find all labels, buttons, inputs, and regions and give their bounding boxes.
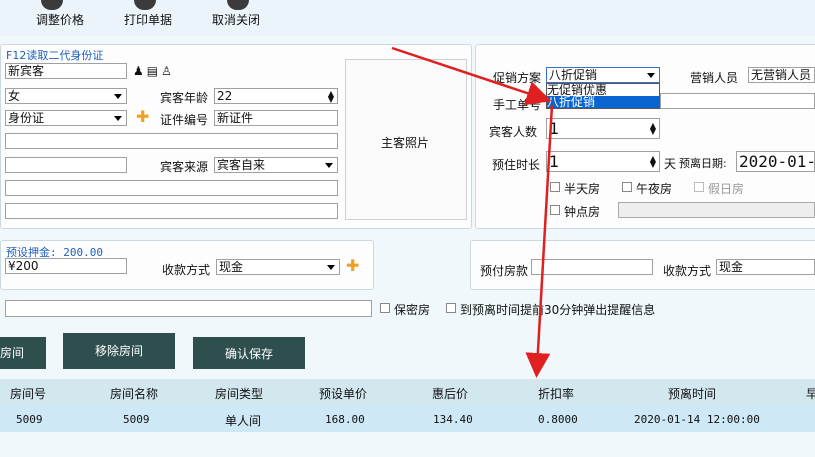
pay-method-label: 收款方式 bbox=[162, 263, 211, 277]
adjust-price-icon[interactable] bbox=[41, 0, 63, 10]
col-room-no[interactable]: 房间号 bbox=[10, 385, 46, 402]
departure-label: 预离日期: bbox=[679, 157, 727, 170]
departure-date-field[interactable]: 2020-01- bbox=[736, 151, 815, 172]
col-preset-price[interactable]: 预设单价 bbox=[319, 385, 367, 402]
hourly-label: 钟点房 bbox=[564, 205, 601, 219]
guest-name-field[interactable]: 新宾客 bbox=[5, 63, 127, 79]
guest-icons[interactable]: ♟ ▤ ♙ bbox=[133, 64, 172, 78]
half-day-checkbox[interactable] bbox=[550, 182, 560, 192]
chevron-down-icon bbox=[325, 163, 333, 168]
prepaid-label: 预付房款 bbox=[480, 264, 529, 278]
gender-select[interactable]: 女 bbox=[5, 88, 127, 104]
id-type-select[interactable]: 身份证 bbox=[5, 110, 127, 126]
sales-label: 营销人员 bbox=[690, 71, 739, 85]
users-icon[interactable]: ♙ bbox=[161, 64, 172, 78]
spinner-icon[interactable]: ▲ ▼ bbox=[650, 122, 656, 136]
holiday-checkbox[interactable] bbox=[694, 182, 704, 192]
cell-departure-time: 2020-01-14 12:00:00 bbox=[634, 413, 760, 426]
source-select[interactable]: 宾客自来 bbox=[214, 157, 338, 173]
sales-select[interactable]: 无营销人员 bbox=[748, 67, 815, 83]
promo-plan-select[interactable]: 八折促销 bbox=[546, 67, 660, 83]
print-icon[interactable] bbox=[134, 0, 156, 10]
cell-discount-rate: 0.8000 bbox=[538, 413, 578, 426]
card-icon[interactable]: ▤ bbox=[147, 64, 158, 78]
confidential-checkbox[interactable] bbox=[380, 303, 390, 313]
midnight-checkbox[interactable] bbox=[622, 182, 632, 192]
read-id-label[interactable]: F12读取二代身份证 bbox=[6, 47, 103, 63]
promo-option-20off[interactable]: 八折促销 bbox=[547, 96, 659, 108]
phone-field[interactable] bbox=[5, 157, 127, 173]
cell-room-name: 5009 bbox=[123, 413, 150, 426]
cell-room-no: 5009 bbox=[16, 413, 43, 426]
toolbar: 调整价格 打印单据 取消关闭 bbox=[0, 0, 815, 36]
adjust-price-button[interactable]: 调整价格 bbox=[36, 11, 84, 28]
add-room-label: 房间 bbox=[0, 346, 25, 360]
remove-room-button[interactable]: 移除房间 bbox=[63, 333, 175, 369]
cell-preset-price: 168.00 bbox=[325, 413, 365, 426]
half-day-label: 半天房 bbox=[564, 182, 601, 196]
chevron-down-icon bbox=[647, 73, 655, 78]
table-header: 房间号 房间名称 房间类型 预设单价 惠后价 折扣率 预离时间 早 bbox=[0, 379, 815, 405]
holiday-label: 假日房 bbox=[708, 182, 745, 196]
stay-length-label: 预住时长 bbox=[492, 158, 541, 172]
guest-count-label: 宾客人数 bbox=[489, 125, 538, 139]
col-departure-time[interactable]: 预离时间 bbox=[668, 385, 716, 402]
pay-method-select[interactable]: 现金 bbox=[216, 259, 340, 275]
cancel-close-button[interactable]: 取消关闭 bbox=[212, 11, 260, 28]
table-row[interactable]: 5009 5009 单人间 168.00 134.40 0.8000 2020-… bbox=[0, 405, 815, 432]
source-label: 宾客来源 bbox=[160, 160, 209, 174]
guest-count-stepper[interactable]: 1 ▲ ▼ bbox=[546, 118, 660, 139]
add-room-button[interactable]: 房间 bbox=[0, 337, 46, 369]
reminder-checkbox[interactable] bbox=[446, 303, 456, 313]
user-icon[interactable]: ♟ bbox=[133, 64, 144, 78]
age-stepper[interactable]: 22 ▲ ▼ bbox=[214, 88, 338, 104]
col-room-name[interactable]: 房间名称 bbox=[110, 385, 158, 402]
col-discounted-price[interactable]: 惠后价 bbox=[432, 385, 468, 402]
print-receipt-button[interactable]: 打印单据 bbox=[124, 11, 172, 28]
address-field[interactable] bbox=[5, 133, 338, 149]
close-icon[interactable] bbox=[227, 0, 249, 10]
age-label: 宾客年龄 bbox=[160, 91, 209, 105]
add-icon[interactable]: ✚ bbox=[346, 258, 359, 274]
photo-label: 主客照片 bbox=[381, 136, 430, 150]
day-unit: 天 bbox=[664, 157, 677, 171]
prepaid-field[interactable] bbox=[531, 259, 653, 275]
remark-field-1[interactable] bbox=[5, 180, 338, 196]
spinner-icon[interactable]: ▲ ▼ bbox=[328, 90, 334, 104]
note-field[interactable] bbox=[5, 300, 372, 317]
col-room-type[interactable]: 房间类型 bbox=[215, 385, 263, 402]
manual-no-field[interactable] bbox=[660, 93, 815, 109]
remark-field-2[interactable] bbox=[5, 203, 338, 219]
promo-plan-label: 促销方案 bbox=[493, 71, 542, 85]
hourly-select[interactable] bbox=[618, 202, 815, 218]
stay-length-stepper[interactable]: 1 ▲ ▼ bbox=[546, 151, 660, 172]
col-breakfast[interactable]: 早 bbox=[806, 385, 815, 402]
cell-room-type: 单人间 bbox=[225, 414, 262, 428]
pay-method2-select[interactable]: 现金 bbox=[716, 259, 815, 275]
id-number-label: 证件编号 bbox=[160, 113, 209, 127]
spinner-icon[interactable]: ▲ ▼ bbox=[650, 155, 656, 169]
chevron-down-icon bbox=[114, 94, 122, 99]
hourly-checkbox[interactable] bbox=[550, 205, 560, 215]
chevron-down-icon bbox=[327, 265, 335, 270]
chevron-down-icon bbox=[114, 116, 122, 121]
confidential-label: 保密房 bbox=[394, 303, 431, 317]
confirm-save-button[interactable]: 确认保存 bbox=[193, 337, 305, 369]
col-discount-rate[interactable]: 折扣率 bbox=[538, 385, 574, 402]
pay-method2-label: 收款方式 bbox=[663, 264, 712, 278]
reminder-label: 到预离时间提前30分钟弹出提醒信息 bbox=[460, 303, 656, 317]
cell-discounted-price: 134.40 bbox=[433, 413, 473, 426]
id-number-field[interactable]: 新证件 bbox=[214, 110, 338, 126]
midnight-label: 午夜房 bbox=[636, 182, 673, 196]
manual-no-label: 手工单号 bbox=[493, 98, 542, 112]
deposit-amount-field[interactable]: ¥200 bbox=[5, 258, 127, 274]
add-icon[interactable]: ✚ bbox=[136, 109, 149, 125]
promo-dropdown[interactable]: 无促销优惠 八折促销 bbox=[546, 83, 660, 109]
